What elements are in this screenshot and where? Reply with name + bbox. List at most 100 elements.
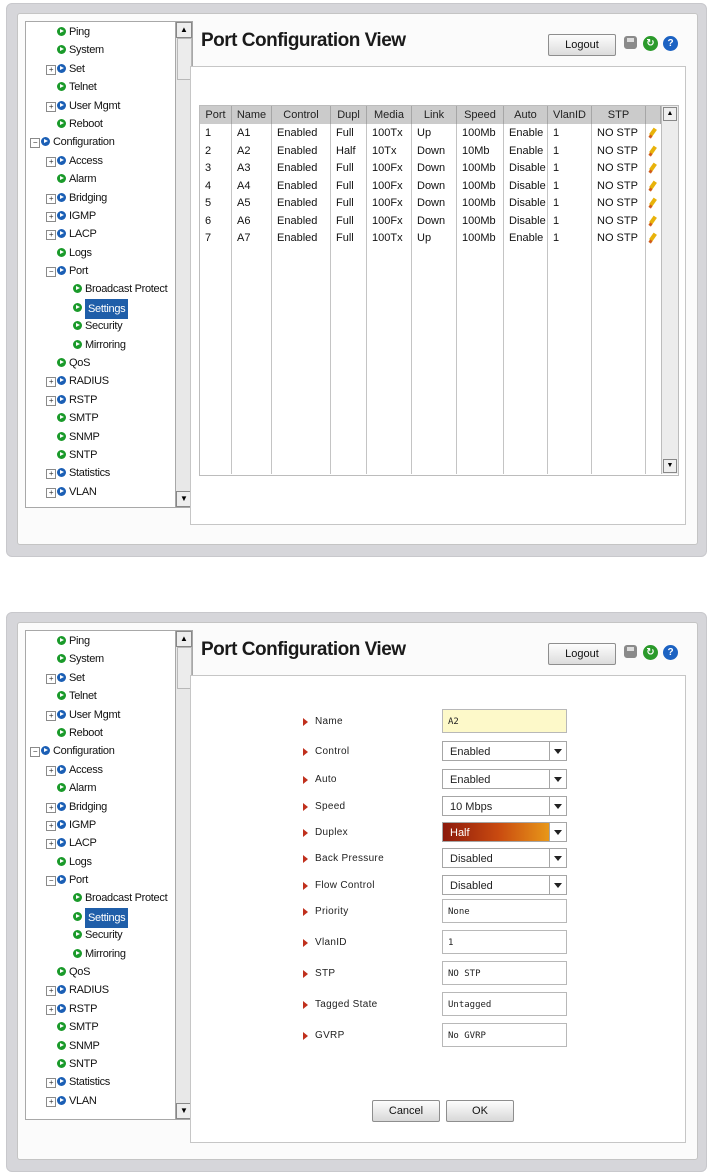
collapse-icon[interactable]: − xyxy=(30,138,40,149)
duplex-select[interactable]: Half xyxy=(442,822,567,842)
tree-item-set[interactable]: + Set xyxy=(26,60,176,78)
tree-item-configuration[interactable]: − Configuration xyxy=(26,742,176,760)
tree-item-mirroring[interactable]: Mirroring xyxy=(26,945,176,963)
back-pressure-select[interactable]: Disabled xyxy=(442,848,567,868)
tree-item-smtp[interactable]: SMTP xyxy=(26,409,176,427)
expand-icon[interactable]: + xyxy=(46,1078,56,1089)
tree-item-alarm[interactable]: Alarm xyxy=(26,170,176,188)
table-row[interactable]: 7 A7 Enabled Full 100Tx Up 100Mb Enable 1 NO STP xyxy=(200,230,661,248)
pencil-icon[interactable] xyxy=(649,181,657,192)
tree-item-access[interactable]: + Access xyxy=(26,152,176,170)
tree-item-lacp[interactable]: + LACP xyxy=(26,834,176,852)
refresh-icon[interactable]: ↻ xyxy=(643,645,658,660)
column-header[interactable]: Auto xyxy=(504,106,548,124)
expand-icon[interactable]: + xyxy=(46,395,56,406)
expand-icon[interactable]: + xyxy=(46,673,56,684)
tree-item-rstp[interactable]: + RSTP xyxy=(26,1000,176,1018)
priority-field[interactable]: None xyxy=(442,899,567,923)
dropdown-arrow-icon[interactable] xyxy=(549,742,566,760)
expand-icon[interactable]: + xyxy=(46,1004,56,1015)
scroll-up-button[interactable]: ▲ xyxy=(176,631,192,647)
cancel-button[interactable]: Cancel xyxy=(372,1100,440,1122)
tree-item-smtp[interactable]: SMTP xyxy=(26,1018,176,1036)
tree-item-lacp[interactable]: + LACP xyxy=(26,225,176,243)
tree-item-system[interactable]: System xyxy=(26,650,176,668)
tagged-state-field[interactable]: Untagged xyxy=(442,992,567,1016)
tree-item-bridging[interactable]: + Bridging xyxy=(26,189,176,207)
table-scroll-up-button[interactable]: ▲ xyxy=(663,107,677,121)
expand-icon[interactable]: + xyxy=(46,986,56,997)
help-icon[interactable]: ? xyxy=(663,36,678,51)
tree-item-reboot[interactable]: Reboot xyxy=(26,724,176,742)
collapse-icon[interactable]: − xyxy=(46,267,56,278)
tree-item-qos[interactable]: QoS xyxy=(26,354,176,372)
control-select[interactable]: Enabled xyxy=(442,741,567,761)
table-row[interactable]: 4 A4 Enabled Full 100Fx Down 100Mb Disable 1 NO S… xyxy=(200,178,661,196)
tree-item-access[interactable]: + Access xyxy=(26,761,176,779)
column-header[interactable]: STP xyxy=(592,106,646,124)
dropdown-arrow-icon[interactable] xyxy=(549,876,566,894)
tree-item-sntp[interactable]: SNTP xyxy=(26,446,176,464)
vlanid-field[interactable]: 1 xyxy=(442,930,567,954)
expand-icon[interactable]: + xyxy=(46,230,56,241)
table-row[interactable]: 3 A3 Enabled Full 100Fx Down 100Mb Disable 1 NO S… xyxy=(200,160,661,178)
flow-control-select[interactable]: Disabled xyxy=(442,875,567,895)
expand-icon[interactable]: + xyxy=(46,487,56,498)
tree-item-broadcast-protect[interactable]: Broadcast Protect xyxy=(26,280,176,298)
scroll-up-button[interactable]: ▲ xyxy=(176,22,192,38)
help-icon[interactable]: ? xyxy=(663,645,678,660)
column-header[interactable]: Port xyxy=(200,106,232,124)
expand-icon[interactable]: + xyxy=(46,64,56,75)
tree-item-ping[interactable]: Ping xyxy=(26,632,176,650)
tree-item-radius[interactable]: + RADIUS xyxy=(26,372,176,390)
speed-select[interactable]: 10 Mbps xyxy=(442,796,567,816)
tree-item-settings[interactable]: Settings xyxy=(26,907,176,928)
tree-item-ping[interactable]: Ping xyxy=(26,23,176,41)
pencil-icon[interactable] xyxy=(649,198,657,209)
tree-item-system[interactable]: System xyxy=(26,41,176,59)
dropdown-arrow-icon[interactable] xyxy=(549,770,566,788)
logout-button[interactable]: Logout xyxy=(548,34,616,56)
tree-item-set[interactable]: + Set xyxy=(26,669,176,687)
tree-item-telnet[interactable]: Telnet xyxy=(26,687,176,705)
column-header[interactable]: Dupl xyxy=(331,106,367,124)
refresh-icon[interactable]: ↻ xyxy=(643,36,658,51)
tree-item-vlan[interactable]: + VLAN xyxy=(26,1092,176,1110)
column-header[interactable]: Speed xyxy=(457,106,504,124)
column-header[interactable]: Control xyxy=(272,106,331,124)
expand-icon[interactable]: + xyxy=(46,710,56,721)
tree-item-configuration[interactable]: − Configuration xyxy=(26,133,176,151)
tree-item-statistics[interactable]: + Statistics xyxy=(26,464,176,482)
tree-item-user-mgmt[interactable]: + User Mgmt xyxy=(26,97,176,115)
expand-icon[interactable]: + xyxy=(46,156,56,167)
gvrp-field[interactable]: No GVRP xyxy=(442,1023,567,1047)
tree-item-statistics[interactable]: + Statistics xyxy=(26,1073,176,1091)
tree-item-port[interactable]: − Port xyxy=(26,871,176,889)
name-field[interactable]: A2 xyxy=(442,709,567,733)
table-scrollbar[interactable]: ▲ ▼ xyxy=(661,106,678,474)
column-header[interactable]: Name xyxy=(232,106,272,124)
collapse-icon[interactable]: − xyxy=(30,747,40,758)
table-row[interactable]: 2 A2 Enabled Half 10Tx Down 10Mb Enable 1 NO STP xyxy=(200,143,661,161)
column-header[interactable]: VlanID xyxy=(548,106,592,124)
column-header[interactable]: Link xyxy=(412,106,457,124)
ok-button[interactable]: OK xyxy=(446,1100,514,1122)
tree-item-security[interactable]: Security xyxy=(26,317,176,335)
tree-item-qos[interactable]: QoS xyxy=(26,963,176,981)
expand-icon[interactable]: + xyxy=(46,802,56,813)
pencil-icon[interactable] xyxy=(649,163,657,174)
table-row[interactable]: 1 A1 Enabled Full 100Tx Up 100Mb Enable 1 NO STP xyxy=(200,125,661,143)
expand-icon[interactable]: + xyxy=(46,839,56,850)
expand-icon[interactable]: + xyxy=(46,820,56,831)
tree-item-vlan[interactable]: + VLAN xyxy=(26,483,176,501)
column-header[interactable]: Media xyxy=(367,106,412,124)
tree-item-bridging[interactable]: + Bridging xyxy=(26,798,176,816)
table-row[interactable]: 5 A5 Enabled Full 100Fx Down 100Mb Disable 1 NO S… xyxy=(200,195,661,213)
expand-icon[interactable]: + xyxy=(46,211,56,222)
tree-item-broadcast-protect[interactable]: Broadcast Protect xyxy=(26,889,176,907)
pencil-icon[interactable] xyxy=(649,146,657,157)
collapse-icon[interactable]: − xyxy=(46,876,56,887)
table-scroll-down-button[interactable]: ▼ xyxy=(663,459,677,473)
tree-item-snmp[interactable]: SNMP xyxy=(26,428,176,446)
expand-icon[interactable]: + xyxy=(46,469,56,480)
